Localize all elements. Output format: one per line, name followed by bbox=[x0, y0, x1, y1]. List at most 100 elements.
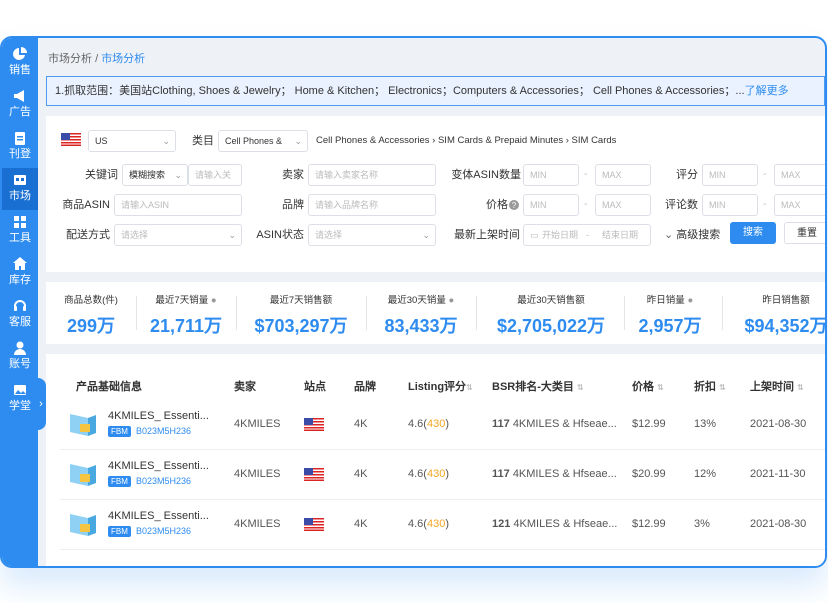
rating-min-input[interactable]: MIN bbox=[702, 164, 758, 186]
table-row[interactable]: 4KMILES_ Essenti... FBM B023M5H236 4KMIL… bbox=[60, 400, 825, 450]
listed-date-label: 最新上架时间 bbox=[454, 229, 520, 241]
asin-input[interactable]: 请输入ASIN bbox=[114, 194, 242, 216]
reviews-max-input[interactable]: MAX bbox=[774, 194, 825, 216]
stat-value: $2,705,022万 bbox=[496, 316, 606, 336]
rating-max-input[interactable]: MAX bbox=[774, 164, 825, 186]
sidebar-item-listing[interactable]: 刊登 bbox=[2, 126, 38, 168]
date-range-picker[interactable]: ▭ 开始日期 - 结束日期 bbox=[523, 224, 651, 246]
price-min-input[interactable]: MIN bbox=[523, 194, 579, 216]
help-icon[interactable]: ● bbox=[211, 295, 217, 306]
bsr-cell: 121 4KMILES & Hfseae... bbox=[492, 518, 617, 530]
sidebar-item-ads[interactable]: 广告 bbox=[2, 84, 38, 126]
product-table: 产品基础信息 卖家 站点 品牌 Listing评分⇅ BSR排名-大类目 ⇅ 价… bbox=[46, 354, 825, 566]
table-row[interactable]: 4KMILES_ Essenti... FBM B023M5H236 4KMIL… bbox=[60, 450, 825, 500]
sidebar-item-academy[interactable]: 学堂 bbox=[2, 378, 38, 420]
sort-icon: ⇅ bbox=[576, 383, 584, 392]
keyword-mode-select[interactable]: 模糊搜索 ⌄ bbox=[122, 164, 188, 186]
fbm-badge: FBM bbox=[108, 426, 131, 437]
reviews-min-input[interactable]: MIN bbox=[702, 194, 758, 216]
stat-value: $703,297万 bbox=[254, 316, 348, 336]
sidebar-item-sales[interactable]: 销售 bbox=[2, 42, 38, 84]
brand-input[interactable]: 请输入品牌名称 bbox=[308, 194, 436, 216]
discount-cell: 13% bbox=[694, 418, 717, 430]
sidebar-item-label: 销售 bbox=[9, 64, 31, 76]
sidebar-item-account[interactable]: 账号 bbox=[2, 336, 38, 378]
col-header-listed-date[interactable]: 上架时间 ⇅ bbox=[750, 378, 804, 394]
bsr-rank: 117 bbox=[492, 418, 510, 430]
sidebar-item-market[interactable]: 市场 bbox=[2, 168, 38, 210]
asin-link[interactable]: B023M5H236 bbox=[136, 426, 191, 436]
col-header-price[interactable]: 价格 ⇅ bbox=[632, 378, 664, 394]
chevron-down-icon: ⌄ bbox=[294, 136, 302, 146]
variant-max-input[interactable]: MAX bbox=[595, 164, 651, 186]
variant-min-input[interactable]: MIN bbox=[523, 164, 579, 186]
product-name[interactable]: 4KMILES_ Essenti... bbox=[108, 460, 209, 472]
sidebar-item-service[interactable]: 客服 bbox=[2, 294, 38, 336]
stat-title-text: 最近30天销量 bbox=[387, 295, 446, 306]
date-cell: 2021-08-30 bbox=[750, 418, 807, 430]
headset-icon bbox=[14, 300, 26, 311]
breadcrumb-parent[interactable]: 市场分析 bbox=[48, 53, 92, 65]
product-thumbnail bbox=[70, 514, 96, 536]
bsr-rank: 121 bbox=[492, 518, 511, 530]
stat-yesterday-revenue: 昨日销售额 $94,352万 bbox=[736, 292, 825, 338]
help-icon[interactable]: ? bbox=[509, 200, 519, 210]
advanced-search-label: 高级搜索 bbox=[676, 229, 721, 241]
score-count: 430 bbox=[426, 518, 446, 530]
asin-status-label: ASIN状态 bbox=[256, 229, 304, 241]
advanced-search-toggle[interactable]: ⌄ 高级搜索 bbox=[664, 224, 720, 246]
price-max-input[interactable]: MAX bbox=[595, 194, 651, 216]
col-header-discount[interactable]: 折扣 ⇅ bbox=[694, 378, 726, 394]
category-select[interactable]: Cell Phones & ⌄ bbox=[218, 130, 308, 152]
discount-cell: 3% bbox=[694, 518, 710, 530]
help-icon[interactable]: ● bbox=[687, 295, 693, 306]
seller-cell: 4KMILES bbox=[234, 418, 281, 430]
sidebar-item-inventory[interactable]: 库存 bbox=[2, 252, 38, 294]
asin-status-select[interactable]: 请选择 ⌄ bbox=[308, 224, 436, 246]
col-header-seller: 卖家 bbox=[234, 381, 256, 393]
stat-title-text: 昨日销量 bbox=[646, 295, 685, 306]
sort-icon: ⇅ bbox=[719, 383, 726, 392]
stat-title: 昨日销售额 bbox=[762, 295, 810, 306]
col-header-listing-score[interactable]: Listing评分⇅ bbox=[408, 378, 473, 394]
asin-link[interactable]: B023M5H236 bbox=[136, 476, 191, 486]
stat-total-products: 商品总数(件) 299万 bbox=[56, 292, 126, 338]
learn-more-link[interactable]: 了解更多 bbox=[745, 85, 789, 97]
product-name[interactable]: 4KMILES_ Essenti... bbox=[108, 410, 209, 422]
sort-icon: ⇅ bbox=[466, 383, 473, 392]
category-label: 类目 bbox=[192, 135, 214, 147]
sort-icon: ⇅ bbox=[657, 383, 664, 392]
keyword-input[interactable]: 请输入关 bbox=[188, 164, 242, 186]
col-header-brand: 品牌 bbox=[354, 381, 376, 393]
chevron-down-icon: ⌄ bbox=[664, 229, 674, 241]
seller-input[interactable]: 请输入卖家名称 bbox=[308, 164, 436, 186]
header-label: 上架时间 bbox=[750, 381, 794, 393]
bsr-rank: 117 bbox=[492, 468, 510, 480]
us-flag-icon bbox=[61, 133, 81, 146]
asin-link[interactable]: B023M5H236 bbox=[136, 526, 191, 536]
pie-chart-icon bbox=[13, 47, 27, 60]
sidebar-item-tools[interactable]: 工具 bbox=[2, 210, 38, 252]
stat-30d-sales: 最近30天销量 ● 83,433万 bbox=[376, 292, 466, 338]
search-button[interactable]: 搜索 bbox=[730, 222, 776, 244]
product-name[interactable]: 4KMILES_ Essenti... bbox=[108, 510, 209, 522]
svg-text:?: ? bbox=[512, 201, 517, 210]
tools-icon bbox=[14, 216, 26, 228]
help-icon[interactable]: ● bbox=[448, 295, 454, 306]
country-select[interactable]: US ⌄ bbox=[88, 130, 176, 152]
breadcrumb-separator: / bbox=[95, 53, 99, 65]
us-flag-icon bbox=[304, 468, 324, 481]
score: 4.6 bbox=[408, 468, 424, 480]
shipping-select[interactable]: 请选择 ⌄ bbox=[114, 224, 242, 246]
fbm-badge: FBM bbox=[108, 476, 131, 487]
reset-button[interactable]: 重置 bbox=[784, 222, 825, 244]
col-header-bsr[interactable]: BSR排名-大类目 ⇅ bbox=[492, 378, 584, 394]
price-cell: $20.99 bbox=[632, 468, 666, 480]
sidebar-item-label: 客服 bbox=[9, 316, 31, 328]
end-date: 结束日期 bbox=[602, 230, 639, 240]
variant-count-label: 变体ASIN数量 bbox=[451, 169, 521, 181]
table-row[interactable]: 4KMILES_ Essenti... FBM B023M5H236 4KMIL… bbox=[60, 500, 825, 550]
product-thumbnail bbox=[70, 464, 96, 486]
sidebar-item-label: 账号 bbox=[9, 358, 31, 370]
clipboard-icon bbox=[15, 132, 25, 145]
